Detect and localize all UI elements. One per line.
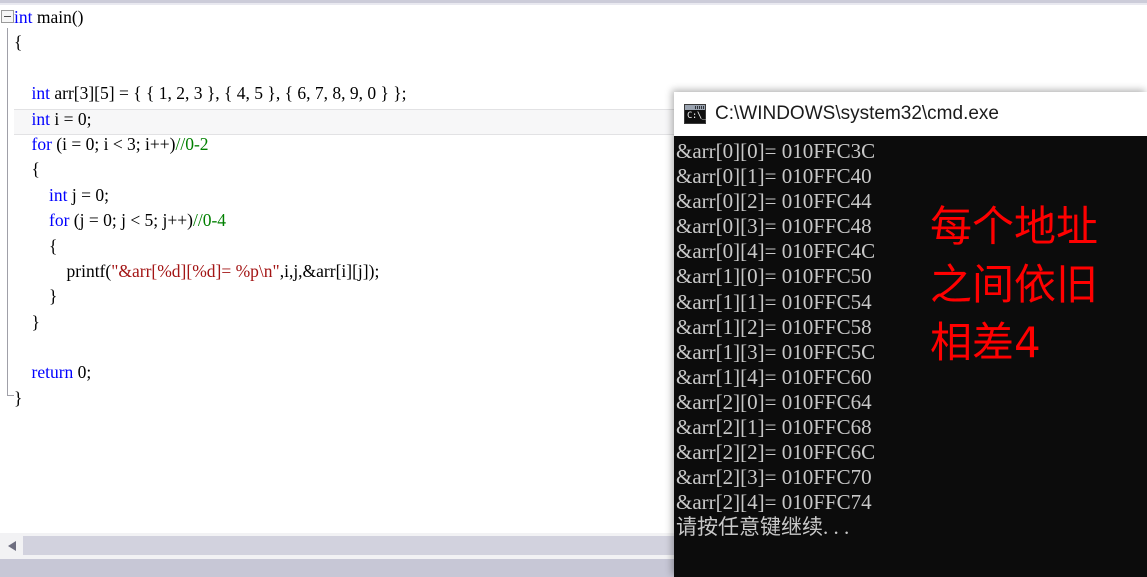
code-token: int xyxy=(31,108,50,129)
code-token: { xyxy=(14,32,23,53)
console-line: &arr[2][0]= 010FFC64 xyxy=(676,389,872,414)
console-line: &arr[1][2]= 010FFC58 xyxy=(676,314,872,339)
console-line: &arr[2][2]= 010FFC6C xyxy=(676,440,876,465)
console-line: &arr[0][1]= 010FFC40 xyxy=(676,164,872,189)
cmd-exe-icon: C:\_ xyxy=(684,104,707,124)
code-token: for xyxy=(31,133,52,154)
console-title-bar[interactable]: C:\_ C:\WINDOWS\system32\cmd.exe xyxy=(674,92,1147,136)
code-token: } xyxy=(14,387,23,408)
code-line: { xyxy=(0,30,1147,55)
annotation-line: 每个地址 xyxy=(930,202,1099,251)
screenshot-root: int main(){ int arr[3][5] = { { 1, 2, 3 … xyxy=(0,0,1147,577)
code-token: { xyxy=(14,159,40,180)
red-annotation-overlay: 每个地址之间依旧相差4 xyxy=(930,198,1098,372)
console-line: &arr[0][0]= 010FFC3C xyxy=(676,139,876,163)
code-token: printf( xyxy=(14,260,112,281)
code-token: } xyxy=(14,311,40,332)
code-token: (i = 0; i < 3; i++) xyxy=(51,133,176,154)
code-token: //0-2 xyxy=(175,133,209,154)
code-token: for xyxy=(49,210,70,231)
code-token: (j = 0; j < 5; j++) xyxy=(69,210,193,231)
console-line: &arr[2][4]= 010FFC74 xyxy=(676,490,872,515)
code-token: i = 0; xyxy=(49,108,92,129)
code-token: //0-4 xyxy=(192,210,227,231)
cmd-icon-prompt: C:\_ xyxy=(687,111,707,121)
code-token: return xyxy=(31,362,74,383)
code-line: int main() xyxy=(0,5,1147,30)
code-token: ,i,j,&arr[i][j]); xyxy=(279,260,380,281)
console-title-text: C:\WINDOWS\system32\cmd.exe xyxy=(715,103,999,124)
code-token: "&arr[%d][%d]= %p\n" xyxy=(111,260,280,281)
triangle-left-icon[interactable] xyxy=(4,537,21,555)
code-token: 0; xyxy=(73,362,92,383)
code-token: main() xyxy=(32,7,84,27)
code-token: j = 0; xyxy=(67,184,109,205)
console-line: &arr[1][0]= 010FFC50 xyxy=(676,264,872,289)
console-line: 请按任意键继续. . . xyxy=(676,515,850,540)
code-token: int xyxy=(31,83,50,104)
code-token: int xyxy=(14,7,33,27)
console-line: &arr[2][3]= 010FFC70 xyxy=(676,465,872,490)
console-output-text: &arr[0][0]= 010FFC3C &arr[0][1]= 010FFC40… xyxy=(676,139,875,541)
console-line: &arr[0][4]= 010FFC4C xyxy=(676,239,876,264)
console-line: &arr[0][3]= 010FFC48 xyxy=(676,214,872,239)
code-token: arr[3][5] = { { 1, 2, 3 }, { 4, 5 }, { 6… xyxy=(49,83,407,104)
annotation-line: 之间依旧 xyxy=(930,260,1099,309)
code-token: } xyxy=(14,286,58,307)
console-line: &arr[1][4]= 010FFC60 xyxy=(676,364,872,389)
console-line: &arr[1][1]= 010FFC54 xyxy=(676,289,872,314)
console-output-area[interactable]: &arr[0][0]= 010FFC3C &arr[0][1]= 010FFC40… xyxy=(674,136,1147,577)
code-token: int xyxy=(49,184,68,205)
cmd-icon-titlebar xyxy=(685,105,705,110)
console-line: &arr[2][1]= 010FFC68 xyxy=(676,415,872,440)
annotation-line: 相差4 xyxy=(930,318,1041,367)
console-line: &arr[0][2]= 010FFC44 xyxy=(676,189,872,214)
code-token: { xyxy=(14,235,58,256)
console-window[interactable]: C:\_ C:\WINDOWS\system32\cmd.exe &arr[0]… xyxy=(674,92,1147,577)
console-line: &arr[1][3]= 010FFC5C xyxy=(676,339,876,364)
